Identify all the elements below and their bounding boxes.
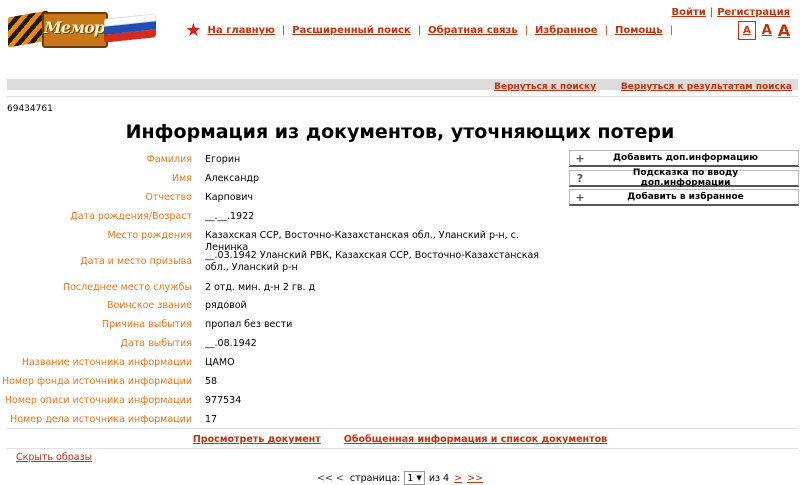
advanced-search-link[interactable]: Расширенный поиск	[292, 25, 410, 36]
main-nav: ★ На главную | Расширенный поиск | Обрат…	[185, 19, 680, 41]
record-id: 69434761	[7, 104, 53, 114]
field-value-file-number: 17	[205, 414, 218, 425]
separator: |	[524, 25, 529, 36]
document-links: Просмотреть документ Обобщенная информац…	[0, 434, 800, 445]
separator: |	[669, 25, 673, 36]
separator: |	[417, 25, 422, 36]
add-to-favorites-button[interactable]: + Добавить в избранное	[569, 189, 799, 206]
back-to-search-link[interactable]: Вернуться к поиску	[494, 82, 596, 92]
chevron-down-icon: ▼	[416, 474, 422, 482]
divider	[7, 448, 798, 449]
button-label: Добавить в избранное	[627, 192, 744, 202]
auth-links: Войти | Регистрация	[672, 7, 791, 18]
divider	[7, 428, 798, 429]
divider	[7, 96, 798, 97]
font-size-switcher: А А А	[735, 21, 793, 40]
field-label-name: Имя	[172, 173, 192, 184]
plus-icon: +	[575, 190, 585, 204]
home-link[interactable]: На главную	[208, 25, 275, 36]
field-label-source-name: Название источника информации	[21, 357, 192, 368]
field-label-rank: Воинское звание	[106, 300, 192, 311]
input-hint-button[interactable]: ? Подсказка по вводу доп.информации	[569, 168, 799, 188]
page-label: страница:	[349, 472, 401, 484]
field-label-patronymic: Отчество	[145, 192, 192, 203]
register-link[interactable]: Регистрация	[717, 7, 790, 18]
login-link[interactable]: Войти	[672, 7, 706, 18]
field-value-source-name: ЦАМО	[205, 357, 235, 368]
question-icon: ?	[576, 171, 584, 185]
field-value-name: Александр	[205, 173, 260, 184]
field-value-reason: пропал без вести	[205, 319, 293, 330]
field-value-fond-number: 58	[205, 376, 218, 387]
back-to-results-link[interactable]: Вернуться к результатам поиска	[621, 82, 792, 92]
separator: |	[604, 25, 608, 36]
russian-flag-icon	[104, 13, 156, 43]
field-value-surname: Егорин	[205, 154, 241, 165]
field-value-conscription: __.03.1942 Уланский РВК, Казахская ССР, …	[205, 250, 540, 273]
hide-images-link[interactable]: Скрыть образы	[16, 452, 92, 463]
summary-link[interactable]: Обобщенная информация и список документо…	[344, 434, 607, 445]
field-label-last-service: Последнее место службы	[62, 282, 192, 293]
memorial-logo[interactable]: Мемориал	[8, 6, 158, 50]
field-value-loss-date: __.08.1942	[205, 338, 257, 349]
field-label-reason: Причина выбытия	[101, 319, 192, 330]
field-label-file-number: Номер дела источника информации	[10, 414, 192, 425]
pagination: << < страница: 1 ▼ из 4 > >>	[0, 471, 800, 485]
field-value-rank: рядовой	[205, 300, 247, 311]
first-prev-page-controls[interactable]: << <	[317, 473, 344, 484]
add-info-button[interactable]: + Добавить доп.информацию	[569, 150, 799, 167]
font-size-small-button[interactable]: А	[738, 21, 756, 40]
button-label: Подсказка по вводу доп.информации	[632, 168, 739, 188]
button-label: Добавить доп.информацию	[613, 153, 758, 163]
help-link[interactable]: Помощь	[615, 25, 663, 36]
page-title: Информация из документов, уточняющих пот…	[125, 121, 675, 143]
field-label-inventory-number: Номер описи источника информации	[4, 395, 192, 406]
view-document-link[interactable]: Просмотреть документ	[193, 434, 321, 445]
field-label-birth-date: Дата рождения/Возраст	[70, 211, 192, 222]
field-label-conscription: Дата и место призыва	[80, 256, 192, 267]
separator: |	[709, 7, 714, 18]
current-page: 1	[407, 472, 414, 484]
field-value-birth-date: __.__.1922	[205, 211, 255, 222]
separator: |	[281, 25, 286, 36]
plus-icon: +	[575, 151, 585, 165]
field-value-inventory-number: 977534	[205, 395, 242, 406]
field-label-birthplace: Место рождения	[107, 230, 192, 241]
field-value-last-service: 2 отд. мин. д-н 2 гв. д	[205, 282, 316, 293]
field-value-patronymic: Карпович	[205, 192, 254, 203]
feedback-link[interactable]: Обратная связь	[428, 25, 518, 36]
last-page-link[interactable]: >>	[467, 473, 483, 484]
favorites-link[interactable]: Избранное	[535, 25, 598, 36]
star-icon: ★	[185, 19, 202, 41]
page-total: из 4	[428, 472, 450, 484]
field-label-surname: Фамилия	[146, 154, 192, 165]
field-label-fond-number: Номер фонда источника информации	[1, 376, 192, 387]
next-page-link[interactable]: >	[454, 473, 462, 484]
page-select[interactable]: 1 ▼	[404, 471, 425, 485]
sub-nav: Вернуться к поиску Вернуться к результат…	[472, 82, 792, 92]
font-size-medium-button[interactable]: А	[762, 23, 772, 38]
field-label-loss-date: Дата выбытия	[120, 338, 192, 349]
font-size-large-button[interactable]: А	[778, 21, 790, 40]
